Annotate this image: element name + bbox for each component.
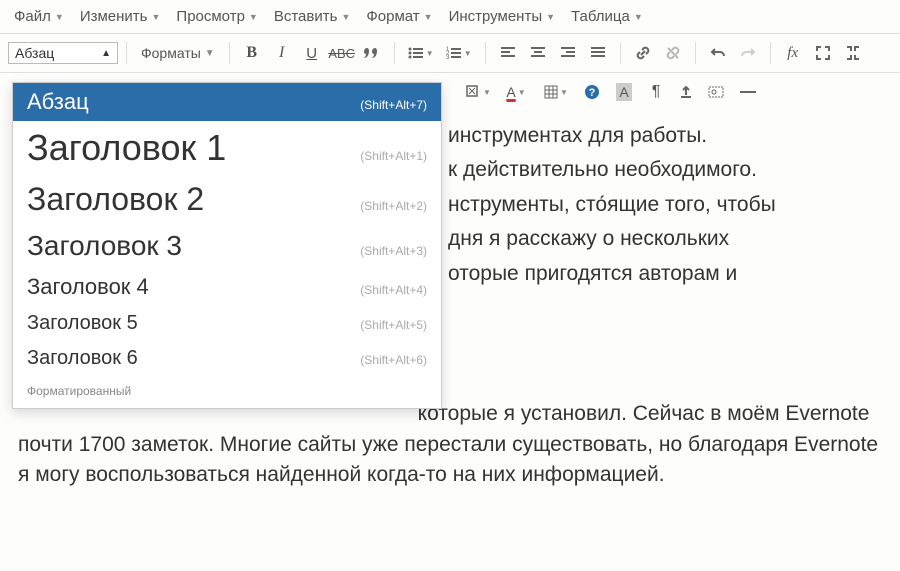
chevron-down-icon: ▼	[55, 12, 64, 22]
align-center-button[interactable]	[524, 40, 552, 66]
menu-file[interactable]: Файл▼	[8, 5, 70, 28]
menubar: Файл▼ Изменить▼ Просмотр▼ Вставить▼ Форм…	[0, 0, 900, 34]
formula-button[interactable]: fx	[779, 40, 807, 66]
separator	[770, 42, 771, 64]
dd-heading-1[interactable]: Заголовок 1 (Shift+Alt+1)	[13, 121, 441, 175]
chevron-down-icon: ▼	[634, 12, 643, 22]
table-button[interactable]: ▼	[538, 79, 574, 105]
chevron-down-icon: ▼	[151, 12, 160, 22]
format-select[interactable]: Абзац ▲	[8, 42, 118, 64]
italic-button[interactable]: I	[268, 40, 296, 66]
formats-menu[interactable]: Форматы ▼	[135, 42, 221, 64]
undo-button[interactable]	[704, 40, 732, 66]
paragraph-icon[interactable]: ¶	[642, 79, 670, 105]
chevron-down-icon: ▼	[546, 12, 555, 22]
dd-label: Заголовок 4	[27, 274, 149, 300]
format-select-label: Абзац	[15, 45, 54, 61]
dd-heading-4[interactable]: Заголовок 4 (Shift+Alt+4)	[13, 268, 441, 306]
align-justify-button[interactable]	[584, 40, 612, 66]
dd-heading-3[interactable]: Заголовок 3 (Shift+Alt+3)	[13, 224, 441, 268]
more-button[interactable]	[839, 40, 867, 66]
align-right-button[interactable]	[554, 40, 582, 66]
bullet-list-button[interactable]: ▼	[403, 40, 439, 66]
menu-edit[interactable]: Изменить▼	[74, 5, 167, 28]
separator	[620, 42, 621, 64]
separator	[126, 42, 127, 64]
align-left-button[interactable]	[494, 40, 522, 66]
chevron-down-icon: ▼	[341, 12, 350, 22]
background-color-button[interactable]: ▼	[460, 79, 496, 105]
chevron-down-icon: ▼	[424, 12, 433, 22]
highlight-button[interactable]: A	[610, 79, 638, 105]
text-color-button[interactable]: A▼	[498, 79, 534, 105]
dd-shortcut: (Shift+Alt+6)	[360, 353, 427, 367]
menu-tools[interactable]: Инструменты▼	[443, 5, 561, 28]
redo-button[interactable]	[734, 40, 762, 66]
fullscreen-button[interactable]	[809, 40, 837, 66]
chevron-down-icon: ▼	[205, 48, 215, 59]
underline-button[interactable]: U	[298, 40, 326, 66]
svg-text:?: ?	[589, 87, 596, 99]
chevron-up-icon: ▲	[101, 48, 111, 59]
help-button[interactable]: ?	[578, 79, 606, 105]
upload-button[interactable]	[672, 79, 700, 105]
dd-heading-2[interactable]: Заголовок 2 (Shift+Alt+2)	[13, 175, 441, 224]
dd-shortcut: (Shift+Alt+2)	[360, 199, 427, 213]
dd-label: Заголовок 2	[27, 181, 204, 218]
separator	[229, 42, 230, 64]
dd-shortcut: (Shift+Alt+4)	[360, 283, 427, 297]
separator	[695, 42, 696, 64]
content-paragraph: Это одно из самых первых расширений, кот…	[18, 399, 882, 490]
unlink-button[interactable]	[659, 40, 687, 66]
dd-label: Абзац	[27, 89, 89, 115]
format-dropdown: Абзац (Shift+Alt+7) Заголовок 1 (Shift+A…	[12, 82, 442, 409]
dd-paragraph[interactable]: Абзац (Shift+Alt+7)	[13, 83, 441, 121]
toolbar-row-1: Абзац ▲ Форматы ▼ B I U ABC ▼ 123▼ fx	[0, 34, 900, 73]
numbered-list-button[interactable]: 123▼	[441, 40, 477, 66]
chevron-down-icon: ▼	[249, 12, 258, 22]
horizontal-rule-button[interactable]	[734, 79, 762, 105]
strikethrough-button[interactable]: ABC	[328, 40, 356, 66]
dd-heading-6[interactable]: Заголовок 6 (Shift+Alt+6)	[13, 341, 441, 376]
link-button[interactable]	[629, 40, 657, 66]
embed-button[interactable]	[702, 79, 730, 105]
dd-label: Заголовок 3	[27, 230, 182, 262]
dd-shortcut: (Shift+Alt+7)	[360, 98, 427, 112]
menu-format[interactable]: Формат▼	[360, 5, 438, 28]
dd-heading-5[interactable]: Заголовок 5 (Shift+Alt+5)	[13, 306, 441, 341]
dd-label: Заголовок 6	[27, 347, 138, 370]
dd-shortcut: (Shift+Alt+1)	[360, 149, 427, 163]
separator	[394, 42, 395, 64]
dd-label: Заголовок 5	[27, 312, 138, 335]
svg-text:3: 3	[446, 55, 450, 60]
dd-label: Заголовок 1	[27, 127, 226, 169]
separator	[485, 42, 486, 64]
bold-button[interactable]: B	[238, 40, 266, 66]
dd-preformatted[interactable]: Форматированный	[13, 376, 441, 408]
blockquote-button[interactable]	[358, 40, 386, 66]
dd-shortcut: (Shift+Alt+3)	[360, 244, 427, 258]
menu-insert[interactable]: Вставить▼	[268, 5, 357, 28]
formats-label: Форматы	[141, 45, 201, 61]
menu-table[interactable]: Таблица▼	[565, 5, 649, 28]
dd-shortcut: (Shift+Alt+5)	[360, 318, 427, 332]
menu-view[interactable]: Просмотр▼	[170, 5, 263, 28]
